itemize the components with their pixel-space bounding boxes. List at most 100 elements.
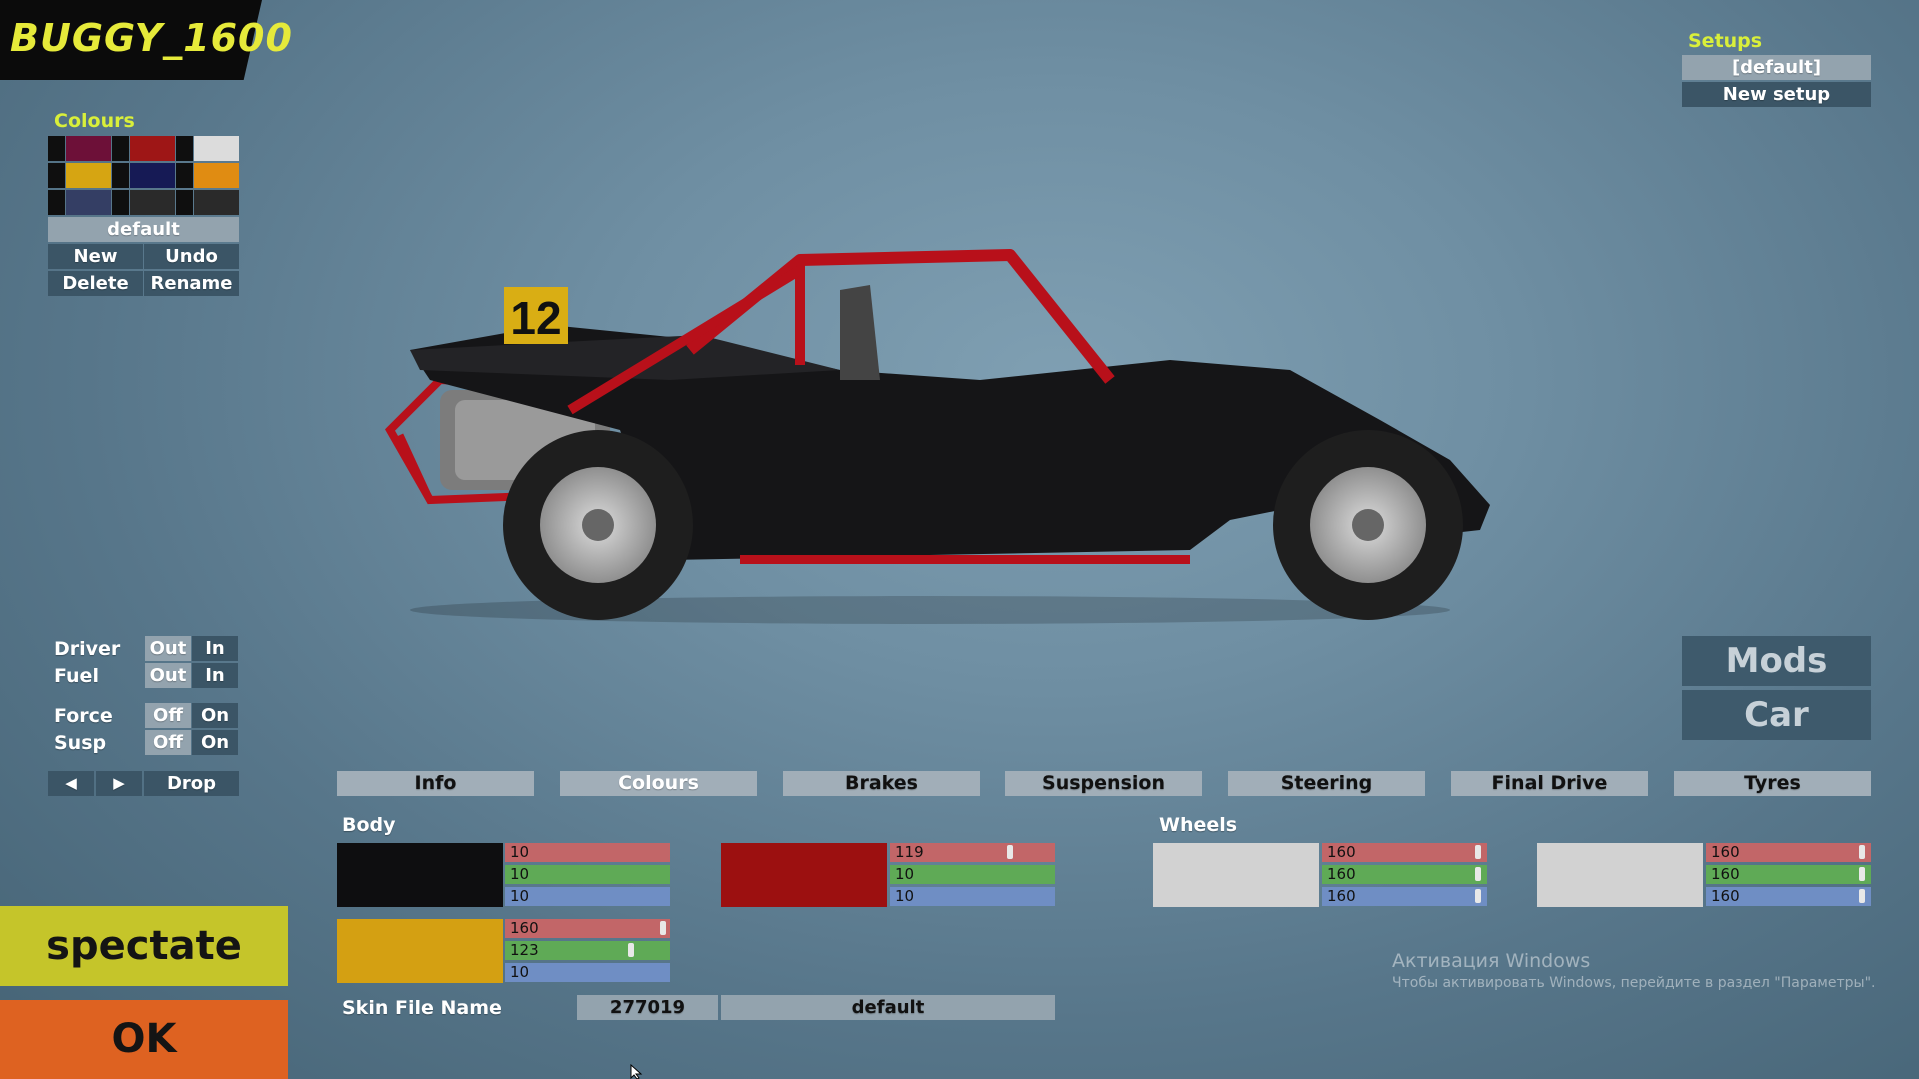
- tab-steering[interactable]: Steering: [1228, 771, 1425, 796]
- swatch-divider: [112, 136, 129, 161]
- colour-swatch[interactable]: [194, 163, 239, 188]
- driver-label: Driver: [54, 638, 121, 660]
- susp-off-toggle[interactable]: Off: [145, 730, 191, 755]
- driver-in-toggle[interactable]: In: [192, 636, 238, 661]
- colours-label: Colours: [54, 110, 135, 132]
- new-setup-button[interactable]: New setup: [1682, 82, 1871, 107]
- swatch-divider: [112, 190, 129, 215]
- susp-on-toggle[interactable]: On: [192, 730, 238, 755]
- colour-swatch[interactable]: [130, 136, 175, 161]
- force-off-toggle[interactable]: Off: [145, 703, 191, 728]
- red-value: 119: [895, 843, 924, 861]
- force-label: Force: [54, 705, 113, 727]
- blue-value: 160: [1711, 887, 1740, 905]
- red-slider[interactable]: 160: [1322, 843, 1487, 862]
- tab-final-drive[interactable]: Final Drive: [1451, 771, 1648, 796]
- tab-tyres[interactable]: Tyres: [1674, 771, 1871, 796]
- red-slider[interactable]: 119: [890, 843, 1055, 862]
- swatch-divider: [48, 190, 65, 215]
- blue-slider[interactable]: 160: [1706, 887, 1871, 906]
- colour-swatch[interactable]: [130, 190, 175, 215]
- red-value: 160: [1711, 843, 1740, 861]
- blue-slider[interactable]: 10: [890, 887, 1055, 906]
- slider-knob[interactable]: [1475, 867, 1481, 881]
- red-value: 10: [510, 843, 530, 861]
- skin-file-label: Skin File Name: [342, 997, 502, 1019]
- drop-button[interactable]: Drop: [144, 771, 239, 796]
- tab-colours[interactable]: Colours: [560, 771, 757, 796]
- colour-swatch[interactable]: [66, 190, 111, 215]
- swatch-divider: [112, 163, 129, 188]
- green-slider[interactable]: 160: [1706, 865, 1871, 884]
- slider-knob[interactable]: [628, 943, 634, 957]
- green-slider[interactable]: 123: [505, 941, 670, 960]
- slider-knob[interactable]: [1859, 889, 1865, 903]
- green-value: 10: [895, 865, 915, 883]
- slider-knob[interactable]: [1859, 845, 1865, 859]
- prev-arrow-icon[interactable]: ◀: [48, 771, 94, 796]
- body-colour-preview[interactable]: [337, 843, 503, 907]
- colour-preset-name[interactable]: default: [48, 217, 239, 242]
- blue-slider[interactable]: 10: [505, 887, 670, 906]
- colour-swatch[interactable]: [194, 190, 239, 215]
- green-slider[interactable]: 10: [505, 865, 670, 884]
- body-colour-preview[interactable]: [337, 919, 503, 983]
- delete-colour-button[interactable]: Delete: [48, 271, 143, 296]
- activation-watermark-text: Чтобы активировать Windows, перейдите в …: [1392, 975, 1876, 991]
- red-slider[interactable]: 160: [505, 919, 670, 938]
- swatch-divider: [176, 136, 193, 161]
- skin-id-field[interactable]: 277019: [577, 995, 718, 1020]
- slider-knob[interactable]: [1007, 845, 1013, 859]
- car-preview: 12: [385, 249, 1490, 624]
- ok-button[interactable]: OK: [0, 1000, 288, 1079]
- colour-swatch[interactable]: [66, 163, 111, 188]
- blue-slider[interactable]: 160: [1322, 887, 1487, 906]
- mouse-cursor-icon: [630, 1064, 643, 1079]
- car-number: 12: [510, 292, 561, 344]
- activation-watermark-title: Активация Windows: [1392, 950, 1591, 972]
- rename-colour-button[interactable]: Rename: [144, 271, 239, 296]
- spectate-button[interactable]: spectate: [0, 906, 288, 986]
- red-slider[interactable]: 160: [1706, 843, 1871, 862]
- blue-slider[interactable]: 10: [505, 963, 670, 982]
- red-slider[interactable]: 10: [505, 843, 670, 862]
- tab-info[interactable]: Info: [337, 771, 534, 796]
- setups-label: Setups: [1688, 30, 1763, 52]
- susp-label: Susp: [54, 732, 107, 754]
- body-colour-preview[interactable]: [721, 843, 887, 907]
- setup-item-default[interactable]: [default]: [1682, 55, 1871, 80]
- green-value: 10: [510, 865, 530, 883]
- green-value: 123: [510, 941, 539, 959]
- blue-value: 10: [510, 887, 530, 905]
- colour-swatch[interactable]: [130, 163, 175, 188]
- mods-button[interactable]: Mods: [1682, 636, 1871, 686]
- wheel-colour-preview[interactable]: [1537, 843, 1703, 907]
- car-button[interactable]: Car: [1682, 690, 1871, 740]
- car-title: BUGGY_1600: [10, 16, 293, 60]
- green-value: 160: [1711, 865, 1740, 883]
- green-slider[interactable]: 10: [890, 865, 1055, 884]
- next-arrow-icon[interactable]: ▶: [96, 771, 142, 796]
- tab-suspension[interactable]: Suspension: [1005, 771, 1202, 796]
- slider-knob[interactable]: [1475, 845, 1481, 859]
- colour-swatch[interactable]: [66, 136, 111, 161]
- blue-value: 10: [895, 887, 915, 905]
- driver-out-toggle[interactable]: Out: [145, 636, 191, 661]
- slider-knob[interactable]: [1859, 867, 1865, 881]
- colour-swatch[interactable]: [194, 136, 239, 161]
- swatch-divider: [176, 190, 193, 215]
- slider-knob[interactable]: [1475, 889, 1481, 903]
- undo-colour-button[interactable]: Undo: [144, 244, 239, 269]
- blue-value: 10: [510, 963, 530, 981]
- fuel-in-toggle[interactable]: In: [192, 663, 238, 688]
- fuel-out-toggle[interactable]: Out: [145, 663, 191, 688]
- wheel-colour-preview[interactable]: [1153, 843, 1319, 907]
- green-slider[interactable]: 160: [1322, 865, 1487, 884]
- new-colour-button[interactable]: New: [48, 244, 143, 269]
- wheels-label: Wheels: [1159, 814, 1238, 836]
- force-on-toggle[interactable]: On: [192, 703, 238, 728]
- skin-name-field[interactable]: default: [721, 995, 1055, 1020]
- tab-brakes[interactable]: Brakes: [783, 771, 980, 796]
- slider-knob[interactable]: [660, 921, 666, 935]
- green-value: 160: [1327, 865, 1356, 883]
